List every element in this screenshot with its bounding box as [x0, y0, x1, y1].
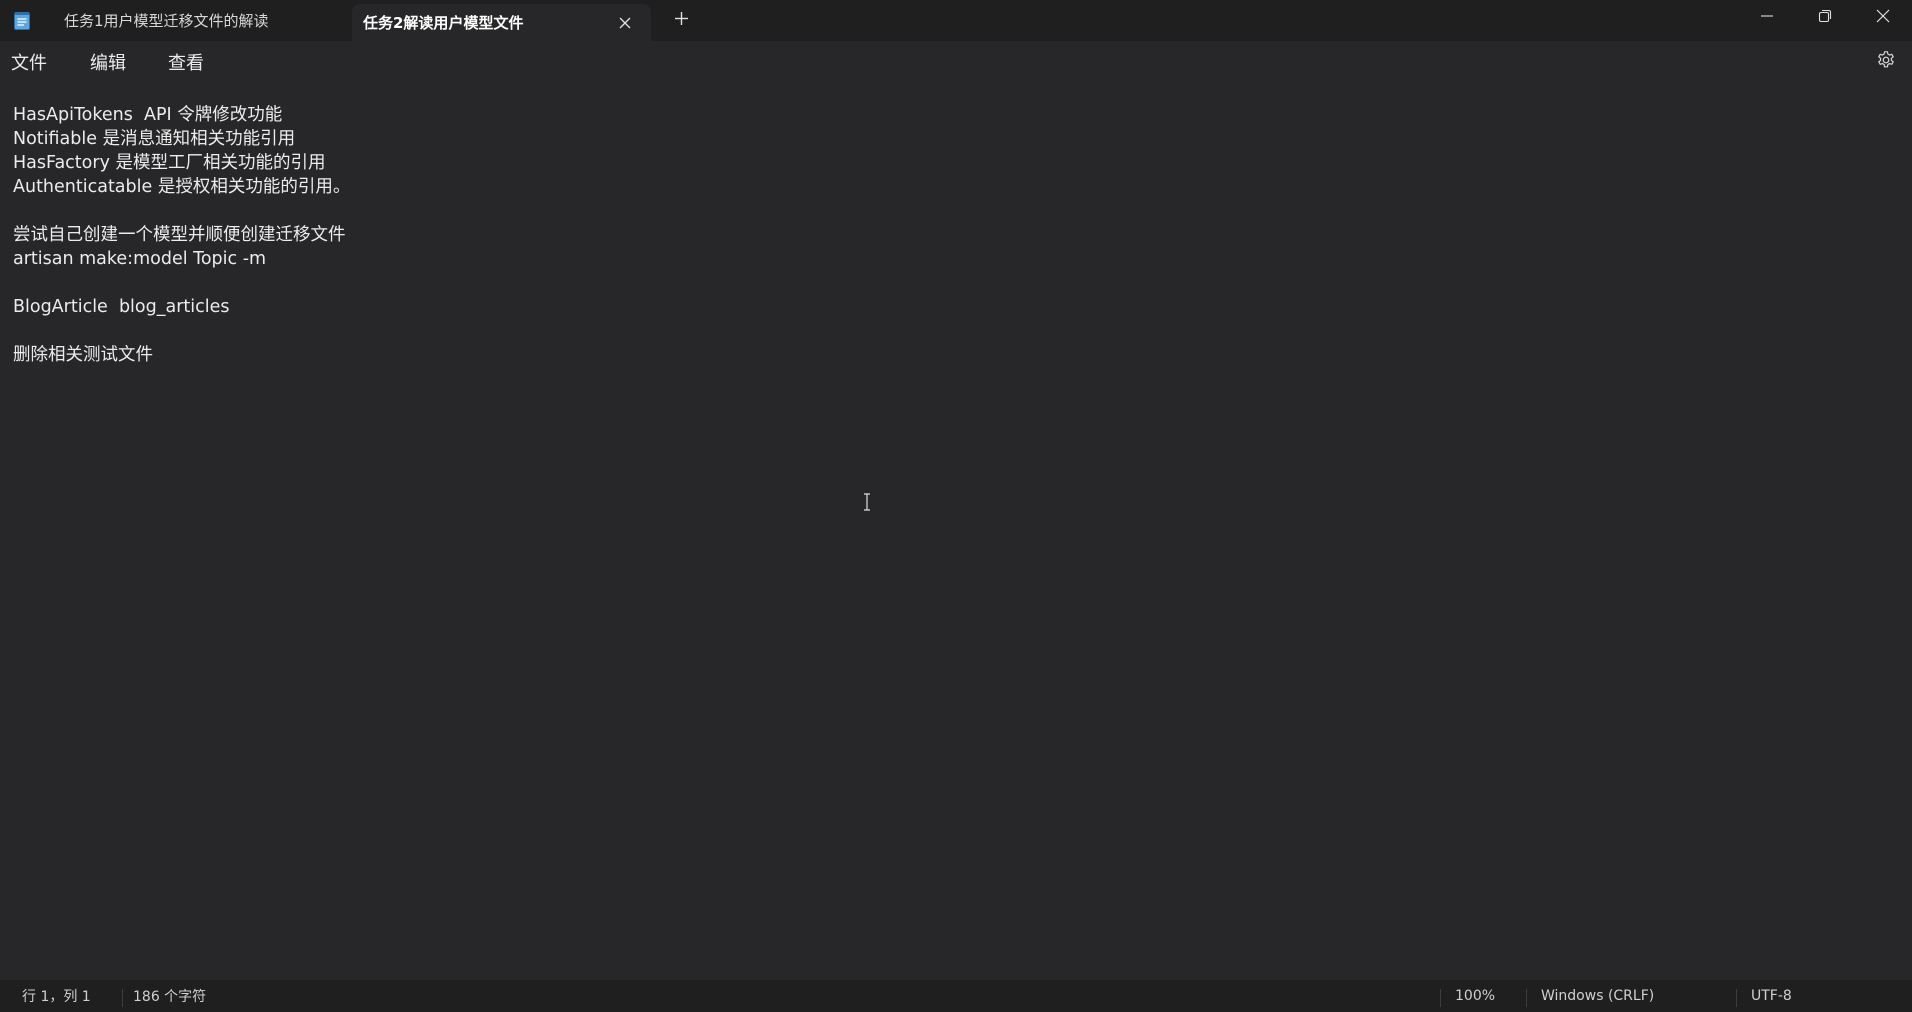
menu-edit[interactable]: 编辑	[90, 41, 126, 82]
title-bar: 任务1用户模型迁移文件的解读 任务2解读用户模型文件	[0, 0, 1912, 41]
zoom-level[interactable]: 100%	[1455, 980, 1495, 1012]
status-divider	[1736, 989, 1737, 1007]
window-controls	[1738, 0, 1912, 34]
restore-button[interactable]	[1796, 0, 1854, 34]
menu-file[interactable]: 文件	[11, 41, 47, 82]
status-divider	[122, 989, 123, 1007]
status-bar: 行 1，列 1 186 个字符 100% Windows (CRLF) UTF-…	[0, 980, 1912, 1012]
tab-title: 任务1用户模型迁移文件的解读	[64, 12, 269, 30]
restore-icon	[1818, 8, 1832, 27]
notepad-icon	[0, 0, 44, 41]
minimize-icon	[1760, 8, 1774, 27]
status-divider	[1526, 989, 1527, 1007]
tab-task1[interactable]: 任务1用户模型迁移文件的解读	[44, 0, 352, 41]
close-window-button[interactable]	[1854, 0, 1912, 34]
character-count: 186 个字符	[133, 989, 207, 1005]
text-editor[interactable]: HasApiTokens API 令牌修改功能 Notifiable 是消息通知…	[0, 82, 1912, 980]
gear-icon	[1876, 50, 1896, 74]
encoding[interactable]: UTF-8	[1751, 980, 1792, 1012]
line-ending[interactable]: Windows (CRLF)	[1541, 980, 1654, 1012]
text-cursor-icon	[862, 492, 872, 516]
menu-view[interactable]: 查看	[168, 41, 204, 82]
menu-bar: 文件 编辑 查看	[0, 41, 1912, 82]
plus-icon	[674, 11, 689, 30]
cursor-position: 行 1，列 1	[22, 989, 91, 1005]
status-divider	[1440, 989, 1441, 1007]
tab-task2[interactable]: 任务2解读用户模型文件	[352, 4, 651, 41]
settings-button[interactable]	[1874, 50, 1898, 74]
close-icon	[1876, 8, 1890, 27]
new-tab-button[interactable]	[651, 0, 711, 41]
editor-content[interactable]: HasApiTokens API 令牌修改功能 Notifiable 是消息通知…	[13, 103, 350, 367]
minimize-button[interactable]	[1738, 0, 1796, 34]
close-icon[interactable]	[615, 13, 635, 33]
tab-title: 任务2解读用户模型文件	[363, 14, 524, 32]
